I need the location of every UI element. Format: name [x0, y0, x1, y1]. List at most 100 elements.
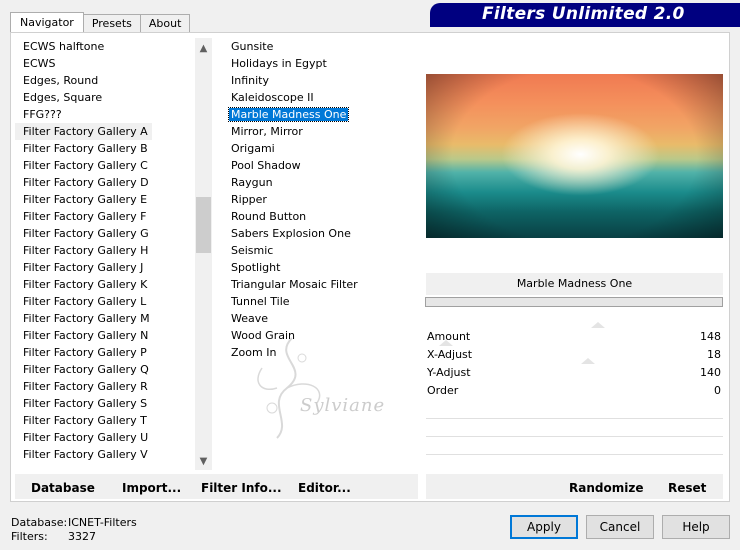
scrollbar-thumb[interactable]: [196, 197, 211, 253]
filter-item[interactable]: Kaleidoscope II: [223, 89, 418, 106]
progress-bar: [425, 297, 723, 307]
slider-track[interactable]: [426, 436, 723, 437]
banner-title: Filters Unlimited 2.0: [482, 4, 685, 24]
filter-item[interactable]: Triangular Mosaic Filter: [223, 276, 418, 293]
filter-item-label: Round Button: [231, 210, 307, 223]
category-item[interactable]: Filter Factory Gallery J: [15, 259, 211, 276]
filter-item[interactable]: Spotlight: [223, 259, 418, 276]
slider-track[interactable]: [426, 418, 723, 419]
category-item[interactable]: Filter Factory Gallery A: [15, 123, 152, 140]
tab-about[interactable]: About: [139, 14, 191, 33]
status-database-value: ICNET-Filters: [68, 516, 137, 529]
filter-item[interactable]: Origami: [223, 140, 418, 157]
category-item[interactable]: Edges, Round: [15, 72, 211, 89]
category-item[interactable]: Filter Factory Gallery Q: [15, 361, 211, 378]
filter-item[interactable]: Holidays in Egypt: [223, 55, 418, 72]
category-item[interactable]: Filter Factory Gallery C: [15, 157, 211, 174]
category-item[interactable]: ECWS halftone: [15, 38, 211, 55]
status-filters-value: 3327: [68, 530, 96, 543]
status-database: Database: ICNET-Filters: [11, 516, 137, 529]
param-label: Order: [427, 384, 459, 397]
param-value: 18: [707, 348, 721, 361]
database-button[interactable]: Database: [31, 481, 95, 495]
param-row[interactable]: Order 0: [426, 382, 723, 400]
filter-item-label: Ripper: [231, 193, 267, 206]
filter-item-label: Spotlight: [231, 261, 281, 274]
filter-item-label: Tunnel Tile: [231, 295, 290, 308]
filter-item[interactable]: Pool Shadow: [223, 157, 418, 174]
filter-item-label: Weave: [231, 312, 269, 325]
import-button[interactable]: Import...: [122, 481, 181, 495]
tab-presets[interactable]: Presets: [82, 14, 141, 33]
category-item[interactable]: Filter Factory Gallery V: [15, 446, 211, 463]
category-item[interactable]: Filter Factory Gallery S: [15, 395, 211, 412]
filter-item[interactable]: Seismic: [223, 242, 418, 259]
tab-navigator[interactable]: Navigator: [10, 12, 84, 33]
filter-item-label: Pool Shadow: [231, 159, 301, 172]
cancel-button[interactable]: Cancel: [586, 515, 654, 539]
scroll-up-icon[interactable]: ▲: [195, 40, 212, 57]
tab-strip: Navigator Presets About: [10, 12, 191, 33]
category-item[interactable]: Filter Factory Gallery R: [15, 378, 211, 395]
category-item[interactable]: Filter Factory Gallery N: [15, 327, 211, 344]
category-item[interactable]: Filter Factory Gallery G: [15, 225, 211, 242]
filter-name-label: Marble Madness One: [426, 273, 723, 295]
category-item[interactable]: Filter Factory Gallery K: [15, 276, 211, 293]
category-list[interactable]: ECWS halftone ECWS Edges, Round Edges, Squa…: [15, 38, 211, 470]
category-item[interactable]: Filter Factory Gallery P: [15, 344, 211, 361]
category-item[interactable]: FFG???: [15, 106, 211, 123]
param-value: 140: [700, 366, 721, 379]
param-row[interactable]: Amount 148: [426, 322, 723, 346]
filter-item[interactable]: Gunsite: [223, 38, 418, 55]
param-label: Y-Adjust: [427, 366, 471, 379]
filter-item-label: Sabers Explosion One: [231, 227, 351, 240]
filter-item-label: Raygun: [231, 176, 273, 189]
param-value: 0: [714, 384, 721, 397]
filter-item[interactable]: Mirror, Mirror: [223, 123, 418, 140]
editor-button[interactable]: Editor...: [298, 481, 351, 495]
category-item[interactable]: Filter Factory Gallery L: [15, 293, 211, 310]
slider-track[interactable]: [426, 454, 723, 455]
filter-item-label: Kaleidoscope II: [231, 91, 314, 104]
filter-item-label: Holidays in Egypt: [231, 57, 327, 70]
filter-item-label: Gunsite: [231, 40, 274, 53]
filter-item[interactable]: Infinity: [223, 72, 418, 89]
filter-item[interactable]: Weave: [223, 310, 418, 327]
filter-item[interactable]: Marble Madness One: [223, 106, 418, 123]
param-label: X-Adjust: [427, 348, 473, 361]
category-item[interactable]: Filter Factory Gallery T: [15, 412, 211, 429]
category-item[interactable]: Filter Factory Gallery E: [15, 191, 211, 208]
left-button-bar: Database Import... Filter Info... Editor…: [15, 474, 418, 499]
reset-button[interactable]: Reset: [668, 481, 706, 495]
watermark-flourish: [257, 337, 321, 439]
category-item[interactable]: Filter Factory Gallery D: [15, 174, 211, 191]
help-button[interactable]: Help: [662, 515, 730, 539]
filter-item-label: Mirror, Mirror: [231, 125, 303, 138]
filter-info-button[interactable]: Filter Info...: [201, 481, 282, 495]
category-item[interactable]: Filter Factory Gallery H: [15, 242, 211, 259]
category-item[interactable]: Edges, Square: [15, 89, 211, 106]
filter-item-label: Marble Madness One: [227, 107, 350, 122]
category-item[interactable]: Filter Factory Gallery F: [15, 208, 211, 225]
status-filters-label: Filters:: [11, 530, 48, 543]
filter-item-label: Origami: [231, 142, 275, 155]
category-item[interactable]: Filter Factory Gallery B: [15, 140, 211, 157]
param-row[interactable]: Y-Adjust 140: [426, 358, 723, 382]
apply-button[interactable]: Apply: [510, 515, 578, 539]
filter-item[interactable]: Tunnel Tile: [223, 293, 418, 310]
category-item[interactable]: Filter Factory Gallery U: [15, 429, 211, 446]
filter-item[interactable]: Sabers Explosion One: [223, 225, 418, 242]
category-scrollbar[interactable]: ▲ ▼: [195, 38, 212, 470]
scroll-down-icon[interactable]: ▼: [195, 453, 212, 470]
filter-item-label: Triangular Mosaic Filter: [231, 278, 358, 291]
param-row[interactable]: X-Adjust 18: [426, 340, 723, 364]
filter-item-label: Seismic: [231, 244, 274, 257]
filter-item[interactable]: Raygun: [223, 174, 418, 191]
param-value: 148: [700, 330, 721, 343]
filter-item[interactable]: Ripper: [223, 191, 418, 208]
randomize-button[interactable]: Randomize: [569, 481, 643, 495]
category-item[interactable]: Filter Factory Gallery M: [15, 310, 211, 327]
filter-item[interactable]: Round Button: [223, 208, 418, 225]
status-database-label: Database:: [11, 516, 68, 529]
category-item[interactable]: ECWS: [15, 55, 211, 72]
